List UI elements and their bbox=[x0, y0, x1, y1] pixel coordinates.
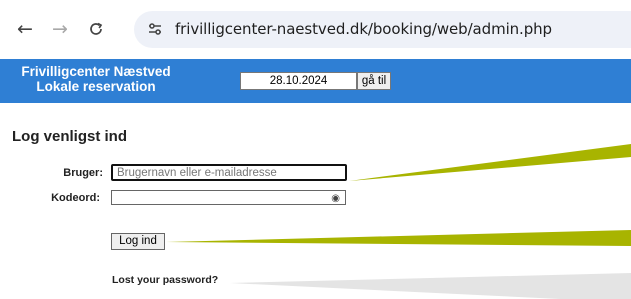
password-input[interactable]: ◉ bbox=[111, 190, 346, 205]
password-label: Kodeord: bbox=[51, 192, 100, 204]
site-header: Frivilligcenter Næstved Lokale reservati… bbox=[0, 59, 631, 103]
back-arrow-icon[interactable]: ← bbox=[13, 17, 37, 41]
username-input[interactable]: Brugernavn eller e-mailadresse bbox=[111, 164, 347, 181]
site-brand[interactable]: Frivilligcenter Næstved Lokale reservati… bbox=[8, 64, 184, 94]
page-title: Log venligst ind bbox=[12, 128, 127, 145]
site-info-icon[interactable] bbox=[144, 18, 166, 40]
user-label: Bruger: bbox=[63, 167, 103, 179]
eye-icon[interactable]: ◉ bbox=[331, 191, 340, 206]
reload-icon[interactable] bbox=[84, 17, 108, 41]
brand-line-1: Frivilligcenter Næstved bbox=[21, 64, 171, 79]
forward-arrow-icon[interactable]: → bbox=[48, 17, 72, 41]
url-text[interactable]: frivilligcenter-naestved.dk/booking/web/… bbox=[175, 20, 552, 38]
go-to-date-button[interactable]: gå til bbox=[357, 72, 391, 90]
brand-line-2: Lokale reservation bbox=[36, 79, 156, 94]
login-button[interactable]: Log ind bbox=[111, 233, 165, 250]
browser-toolbar: ← → frivilligcenter-naestved.dk/booking/… bbox=[0, 0, 631, 59]
address-bar[interactable]: frivilligcenter-naestved.dk/booking/web/… bbox=[134, 11, 631, 48]
date-input[interactable]: 28.10.2024 bbox=[240, 72, 357, 90]
username-placeholder: Brugernavn eller e-mailadresse bbox=[117, 167, 277, 179]
lost-password-link[interactable]: Lost your password? bbox=[112, 274, 218, 286]
